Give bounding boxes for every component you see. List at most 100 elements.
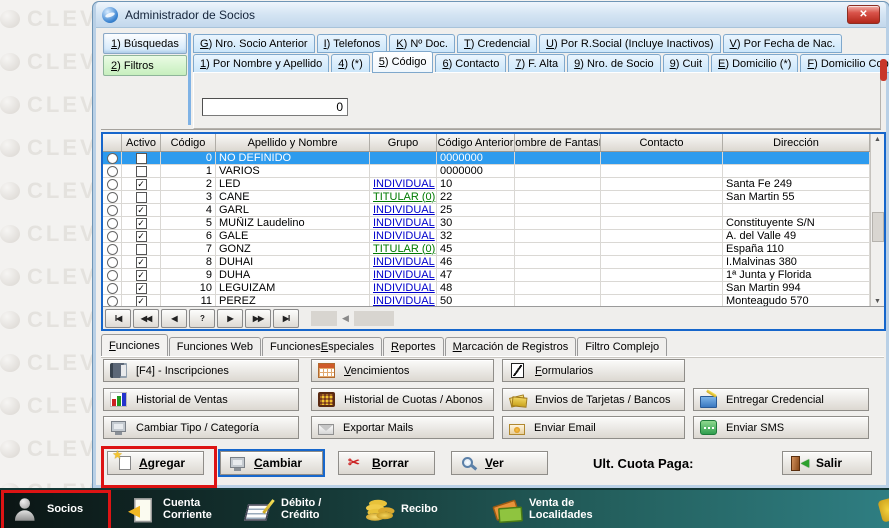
nav-button-4[interactable]: ▶ (217, 309, 243, 328)
hscroll-thumb[interactable] (354, 311, 394, 326)
row-radio[interactable] (107, 257, 118, 268)
action-button-formularios[interactable]: Formularios (502, 359, 685, 382)
row-radio[interactable] (107, 153, 118, 164)
action-button-entregar-credencial[interactable]: Entregar Credencial (693, 388, 869, 411)
row-active-checkbox[interactable] (136, 153, 147, 164)
horizontal-scrollbar[interactable]: ◀ (311, 311, 394, 326)
row-active-checkbox[interactable]: ✓ (136, 179, 147, 190)
action-button-enviar-email[interactable]: Enviar Email (502, 416, 685, 439)
toolbar-item-cuenta-corriente[interactable]: CuentaCorriente (128, 490, 212, 528)
action-button-f4-inscripciones[interactable]: [F4] - Inscripciones (103, 359, 299, 382)
function-tab-1[interactable]: Funciones Web (169, 337, 261, 356)
search-tab-row2-2[interactable]: 5) Código (372, 51, 434, 73)
borrar-button[interactable]: Borrar (338, 451, 435, 475)
codigo-filter-input[interactable] (202, 98, 348, 116)
row-active-checkbox[interactable] (136, 244, 147, 255)
row-radio[interactable] (107, 192, 118, 203)
grupo-link[interactable]: INDIVIDUAL (373, 218, 435, 229)
table-row[interactable]: 1VARIOS0000000 (103, 165, 870, 178)
action-button-cambiar-tipo-categor-a[interactable]: Cambiar Tipo / Categoría (103, 416, 299, 439)
scroll-down-icon[interactable]: ▼ (871, 298, 884, 305)
action-button-envios-de-tarjetas-bancos[interactable]: Envios de Tarjetas / Bancos (502, 388, 685, 411)
search-tab-row2-3[interactable]: 6) Contacto (435, 54, 506, 73)
scroll-up-icon[interactable]: ▲ (871, 136, 884, 143)
search-tab-row1-5[interactable]: V) Por Fecha de Nac. (723, 34, 843, 53)
ver-button[interactable]: Ver (451, 451, 548, 475)
grupo-link[interactable]: TITULAR (0) (373, 192, 435, 203)
grupo-link[interactable]: INDIVIDUAL (373, 205, 435, 216)
grupo-link[interactable]: INDIVIDUAL (373, 296, 435, 307)
row-active-checkbox[interactable] (136, 166, 147, 177)
row-radio[interactable] (107, 270, 118, 281)
scroll-thumb[interactable] (872, 212, 884, 242)
table-row[interactable]: ✓9DUHAINDIVIDUAL471ª Junta y Florida (103, 269, 870, 282)
hscroll-left-icon[interactable]: ◀ (342, 313, 349, 324)
toolbar-item-socios[interactable]: Socios (12, 490, 83, 528)
grupo-link[interactable]: INDIVIDUAL (373, 231, 435, 242)
salir-button[interactable]: Salir (782, 451, 872, 475)
row-active-checkbox[interactable]: ✓ (136, 270, 147, 281)
row-active-checkbox[interactable]: ✓ (136, 231, 147, 242)
row-active-checkbox[interactable]: ✓ (136, 218, 147, 229)
action-button-historial-de-ventas[interactable]: Historial de Ventas (103, 388, 299, 411)
sidebar-tab-2[interactable]: 2) Filtros (103, 55, 187, 76)
nav-button-0[interactable]: I◀ (105, 309, 131, 328)
grupo-link[interactable]: INDIVIDUAL (373, 270, 435, 281)
row-radio[interactable] (107, 179, 118, 190)
vertical-scrollbar[interactable]: ▲ ▼ (870, 134, 884, 307)
table-row[interactable]: 7GONZTITULAR (0)45España 110 (103, 243, 870, 256)
nav-button-2[interactable]: ◀ (161, 309, 187, 328)
search-tab-row2-5[interactable]: 9) Nro. de Socio (567, 54, 661, 73)
table-row[interactable]: ✓4GARLINDIVIDUAL25 (103, 204, 870, 217)
row-radio[interactable] (107, 231, 118, 242)
table-row[interactable]: ✓10LEGUIZAMINDIVIDUAL48San Martin 994 (103, 282, 870, 295)
search-tab-row1-3[interactable]: T) Credencial (457, 34, 537, 53)
search-tab-row1-4[interactable]: U) Por R.Social (Incluye Inactivos) (539, 34, 721, 53)
search-tab-row2-0[interactable]: 1) Por Nombre y Apellido (193, 54, 329, 73)
search-tab-row2-7[interactable]: E) Domicilio (*) (711, 54, 798, 73)
grupo-link[interactable]: INDIVIDUAL (373, 179, 435, 190)
search-tab-row2-8[interactable]: F) Domicilio Cob. (800, 54, 889, 73)
grupo-link[interactable]: INDIVIDUAL (373, 283, 435, 294)
nav-button-5[interactable]: ▶▶ (245, 309, 271, 328)
table-row[interactable]: 3CANETITULAR (0)22San Martin 55 (103, 191, 870, 204)
sidebar-tab-1[interactable]: 1) Búsquedas (103, 33, 187, 54)
action-button-historial-de-cuotas-abonos[interactable]: Historial de Cuotas / Abonos (311, 388, 494, 411)
row-radio[interactable] (107, 244, 118, 255)
row-radio[interactable] (107, 205, 118, 216)
agregar-button[interactable]: Agregar (107, 451, 204, 475)
toolbar-item-venta-de-localidades[interactable]: Venta deLocalidades (494, 490, 593, 528)
search-tab-row2-4[interactable]: 7) F. Alta (508, 54, 565, 73)
table-row[interactable]: ✓5MUÑIZ LaudelinoINDIVIDUAL30Constituyen… (103, 217, 870, 230)
table-row[interactable]: 0NO DEFINIDO0000000 (103, 152, 870, 165)
table-row[interactable]: ✓8DUHAIINDIVIDUAL46I.Malvinas 380 (103, 256, 870, 269)
action-button-enviar-sms[interactable]: Enviar SMS (693, 416, 869, 439)
nav-button-6[interactable]: ▶I (273, 309, 299, 328)
row-active-checkbox[interactable]: ✓ (136, 257, 147, 268)
nav-button-1[interactable]: ◀◀ (133, 309, 159, 328)
function-tab-3[interactable]: Reportes (383, 337, 444, 356)
function-tab-2[interactable]: Funciones Especiales (262, 337, 382, 356)
row-active-checkbox[interactable]: ✓ (136, 283, 147, 294)
row-active-checkbox[interactable]: ✓ (136, 205, 147, 216)
row-radio[interactable] (107, 296, 118, 307)
close-button[interactable]: ✕ (847, 5, 880, 24)
row-radio[interactable] (107, 283, 118, 294)
toolbar-item-recibo[interactable]: Recibo (366, 490, 438, 528)
function-tab-0[interactable]: Funciones (101, 334, 168, 356)
search-tab-row2-1[interactable]: 4) (*) (331, 54, 369, 73)
search-tab-row1-0[interactable]: G) Nro. Socio Anterior (193, 34, 315, 53)
row-radio[interactable] (107, 218, 118, 229)
cambiar-button[interactable]: Cambiar (220, 451, 323, 475)
row-active-checkbox[interactable]: ✓ (136, 296, 147, 307)
nav-button-3[interactable]: ? (189, 309, 215, 328)
search-tab-row2-6[interactable]: 9) Cuit (663, 54, 709, 73)
grupo-link[interactable]: INDIVIDUAL (373, 257, 435, 268)
grupo-link[interactable]: TITULAR (0) (373, 244, 435, 255)
action-button-vencimientos[interactable]: Vencimientos (311, 359, 494, 382)
action-button-exportar-mails[interactable]: Exportar Mails (311, 416, 494, 439)
row-radio[interactable] (107, 166, 118, 177)
toolbar-item-d-bito-cr-dito[interactable]: Débito /Crédito (246, 490, 321, 528)
row-active-checkbox[interactable] (136, 192, 147, 203)
function-tab-4[interactable]: Marcación de Registros (445, 337, 577, 356)
